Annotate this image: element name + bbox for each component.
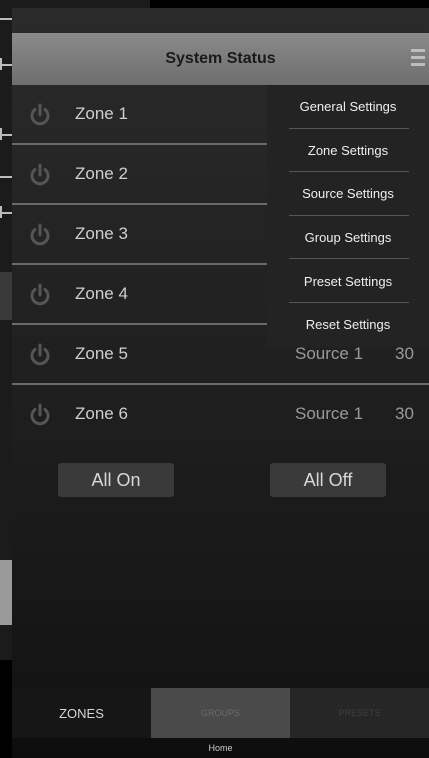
power-icon[interactable]: [28, 283, 52, 307]
menu-item-source-settings[interactable]: Source Settings: [267, 172, 429, 216]
menu-item-general-settings[interactable]: General Settings: [267, 85, 429, 129]
tab-zones[interactable]: ZONES: [12, 688, 151, 738]
background-line: [0, 176, 12, 178]
background-block: [0, 560, 12, 625]
all-on-button[interactable]: All On: [58, 463, 174, 497]
background-line: [0, 134, 12, 136]
zone-row[interactable]: Zone 6 Source 1 30: [12, 385, 429, 443]
zone-name: Zone 2: [75, 164, 128, 183]
background-line: [0, 18, 12, 20]
power-icon[interactable]: [28, 103, 52, 127]
zone-name: Zone 3: [75, 224, 128, 243]
background-line: [0, 212, 12, 214]
zone-volume: 30: [395, 344, 414, 363]
zone-name: Zone 4: [75, 284, 128, 303]
zone-source: Source 1: [295, 404, 364, 423]
zone-volume: 30: [395, 404, 414, 423]
power-icon[interactable]: [28, 343, 52, 367]
power-icon[interactable]: [28, 223, 52, 247]
background-line: [0, 64, 12, 66]
hamburger-icon[interactable]: [411, 49, 425, 67]
menu-item-group-settings[interactable]: Group Settings: [267, 216, 429, 260]
app-screen: System Status Zone 1 Zone 2 Zone 3 Zone …: [12, 8, 429, 758]
zone-name: Zone 1: [75, 104, 128, 123]
power-icon[interactable]: [28, 403, 52, 427]
menu-item-preset-settings[interactable]: Preset Settings: [267, 259, 429, 303]
menu-item-reset-settings[interactable]: Reset Settings: [267, 303, 429, 347]
home-label[interactable]: Home: [12, 738, 429, 758]
title-bar: System Status: [12, 33, 429, 85]
tab-presets[interactable]: PRESETS: [290, 688, 429, 738]
zone-name: Zone 5: [75, 344, 128, 363]
background-segment: [0, 272, 12, 320]
tab-bar: ZONES GROUPS PRESETS: [12, 688, 429, 738]
page-title: System Status: [165, 50, 276, 67]
zone-name: Zone 6: [75, 404, 128, 423]
tab-groups[interactable]: GROUPS: [151, 688, 290, 738]
power-icon[interactable]: [28, 163, 52, 187]
settings-menu: General Settings Zone Settings Source Se…: [267, 85, 429, 347]
all-off-button[interactable]: All Off: [270, 463, 386, 497]
zone-source: Source 1: [295, 344, 364, 363]
menu-item-zone-settings[interactable]: Zone Settings: [267, 129, 429, 173]
